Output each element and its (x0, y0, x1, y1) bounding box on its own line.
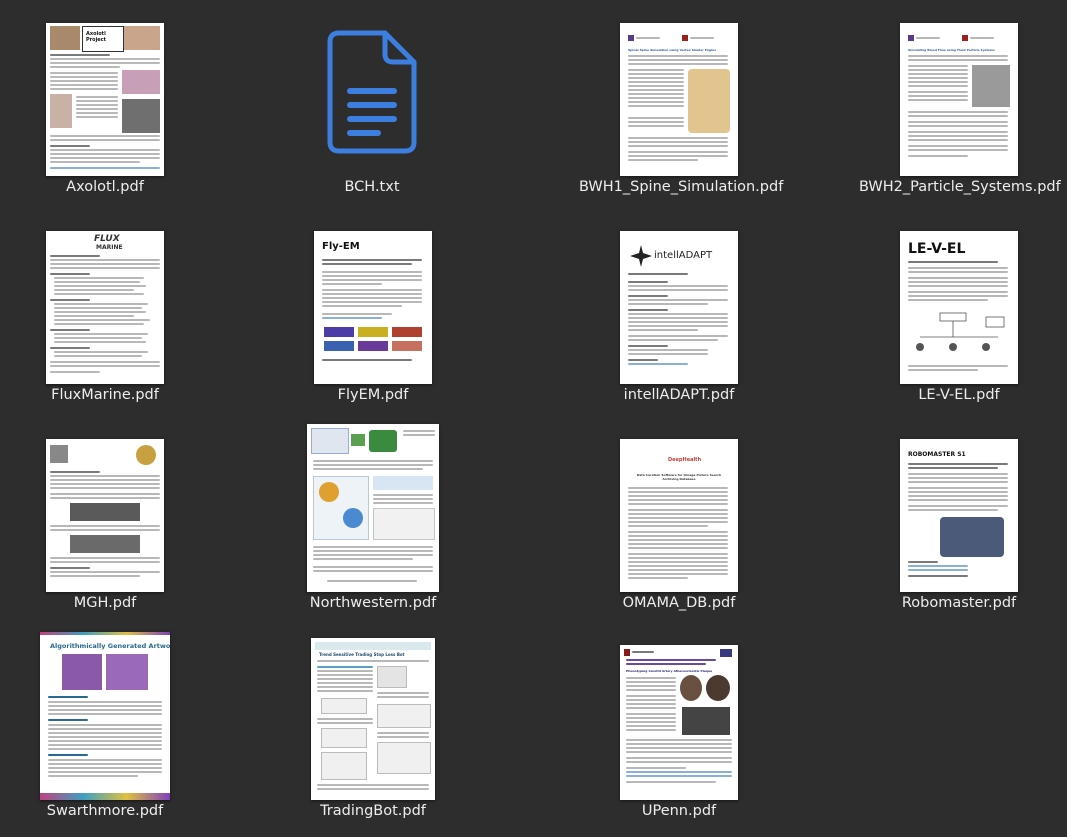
thumb-title: Simulating Blood Flow using Fluid Partic… (908, 48, 995, 52)
pdf-thumbnail: FLUX MARINE (46, 231, 164, 384)
pdf-thumbnail: Algorithmically Generated Artwork (40, 632, 170, 800)
pdf-thumbnail (307, 424, 439, 592)
file-tile[interactable]: Northwestern.pdf (273, 424, 473, 614)
pdf-thumbnail: Phenotyping Carotid Artery Atherosclerot… (620, 645, 738, 800)
file-tile[interactable]: FLUX MARINE FluxMarine.pdf (5, 216, 205, 406)
pdf-thumbnail: Spinal Spine Simulation using Vertex Sha… (620, 23, 738, 176)
star-logo-icon (630, 245, 652, 267)
file-tile[interactable]: Algorithmically Generated Artwork Swarth… (5, 632, 205, 822)
file-tile[interactable]: Trend Sensitive Trading Stop Loss Bot Tr… (273, 632, 473, 822)
pdf-thumbnail: Simulating Blood Flow using Fluid Partic… (900, 23, 1018, 176)
thumb-title: Data Curation Software for Omaga Picture… (636, 473, 722, 481)
file-tile[interactable]: ROBOMASTER S1 Robomaster.pdf (859, 424, 1059, 614)
pdf-thumbnail: Trend Sensitive Trading Stop Loss Bot (311, 638, 435, 800)
file-name: UPenn.pdf (641, 803, 717, 819)
file-name: Swarthmore.pdf (46, 803, 164, 819)
file-grid: Axolotl Project Axolotl.pdf BCH.txt Spin… (0, 0, 1067, 837)
thumb-title: intellADAPT (654, 250, 713, 261)
pdf-thumbnail: Fly-EM (314, 231, 432, 384)
file-name: Axolotl.pdf (66, 179, 144, 195)
thumb-title: FLUX (94, 234, 120, 244)
pdf-thumbnail: Axolotl Project (46, 23, 164, 176)
file-name: LE-V-EL.pdf (918, 387, 1000, 403)
thumb-title: Trend Sensitive Trading Stop Loss Bot (319, 652, 405, 657)
pdf-thumbnail: LE-V-EL (900, 231, 1018, 384)
diagram-figure (916, 312, 1005, 351)
file-name: BWH1_Spine_Simulation.pdf (579, 179, 784, 195)
file-tile[interactable]: Spinal Spine Simulation using Vertex Sha… (579, 8, 784, 198)
file-name: TradingBot.pdf (320, 803, 426, 819)
file-name: FlyEM.pdf (337, 387, 409, 403)
file-tile[interactable]: Phenotyping Carotid Artery Atherosclerot… (579, 632, 779, 822)
thumb-title: Fly-EM (322, 241, 360, 252)
thumb-title: Algorithmically Generated Artwork (50, 642, 170, 650)
file-name: BWH2_Particle_Systems.pdf (859, 179, 1061, 195)
file-tile[interactable]: BCH.txt (272, 8, 472, 198)
text-document-icon (327, 30, 417, 154)
file-tile[interactable]: MGH.pdf (5, 424, 205, 614)
file-name: FluxMarine.pdf (51, 387, 159, 403)
thumb-subtitle: MARINE (96, 244, 123, 251)
file-name: BCH.txt (344, 179, 400, 195)
file-tile[interactable]: LE-V-EL LE-V-EL.pdf (859, 216, 1059, 406)
file-tile[interactable]: Axolotl Project Axolotl.pdf (5, 8, 205, 198)
pdf-thumbnail: ROBOMASTER S1 (900, 439, 1018, 592)
pdf-thumbnail: intellADAPT (620, 231, 738, 384)
thumb-title: Spinal Spine Simulation using Vertex Sha… (628, 48, 717, 52)
file-name: Robomaster.pdf (901, 595, 1017, 611)
thumb-title: LE-V-EL (908, 241, 966, 257)
pdf-thumbnail: DeepHealth Data Curation Software for Om… (620, 439, 738, 592)
file-name: MGH.pdf (73, 595, 137, 611)
file-tile[interactable]: Fly-EM FlyEM.pdf (273, 216, 473, 406)
thumb-logo: DeepHealth (668, 457, 702, 463)
file-tile[interactable]: Simulating Blood Flow using Fluid Partic… (859, 8, 1061, 198)
thumb-title: Axolotl Project (86, 31, 107, 43)
thumb-title: Phenotyping Carotid Artery Atherosclerot… (626, 669, 713, 673)
file-tile[interactable]: DeepHealth Data Curation Software for Om… (579, 424, 779, 614)
file-name: OMAMA_DB.pdf (622, 595, 736, 611)
file-name: intellADAPT.pdf (623, 387, 735, 403)
file-tile[interactable]: intellADAPT intellADAPT.pdf (579, 216, 779, 406)
file-name: Northwestern.pdf (309, 595, 437, 611)
thumb-title: ROBOMASTER S1 (908, 451, 966, 458)
pdf-thumbnail (46, 439, 164, 592)
